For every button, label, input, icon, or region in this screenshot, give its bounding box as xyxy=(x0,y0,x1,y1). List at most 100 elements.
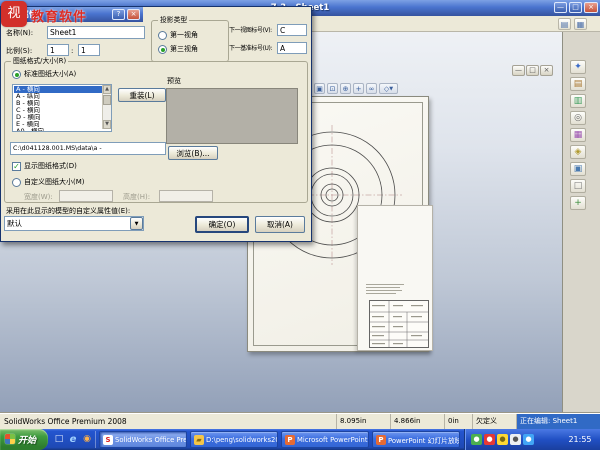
format-preview-box xyxy=(166,88,298,144)
messenger-icon[interactable]: ● xyxy=(484,434,495,445)
taskbar-button-powerpoint[interactable]: P Microsoft PowerPoint... xyxy=(281,431,369,448)
list-item[interactable]: A0 - 横向 xyxy=(14,128,102,131)
custom-properties-icon[interactable]: ▣ xyxy=(570,162,586,176)
zoom-in-out-icon[interactable]: ⊕ xyxy=(340,83,351,94)
ie-glyph: e xyxy=(69,433,77,445)
ok-button[interactable]: 确定(O) xyxy=(195,216,249,233)
dialog-close-button[interactable]: × xyxy=(127,9,140,20)
reload-button[interactable]: 重装(L) xyxy=(118,88,166,102)
list-item[interactable]: A - 纵向 xyxy=(14,93,102,100)
status-editing-sheet: 正在编辑: Sheet1 xyxy=(516,414,600,429)
show-sheet-format-label: 显示图纸格式(D) xyxy=(24,162,77,170)
taskbar-button-folder[interactable]: ▰ D:\peng\solidworks2008 xyxy=(190,431,278,448)
design-library-glyph: ▤ xyxy=(573,79,583,89)
zoom-area-icon[interactable]: ⊡ xyxy=(327,83,338,94)
resources-icon[interactable]: ✦ xyxy=(570,60,586,74)
minimize-icon: — xyxy=(557,3,564,11)
sheet-size-listbox[interactable]: A - 横向 A - 纵向 B - 横向 C - 横向 D - 横向 E - 横… xyxy=(12,84,112,132)
add-glyph: + xyxy=(574,198,582,208)
dialog-help-button[interactable]: ? xyxy=(112,9,125,20)
custom-sheet-size-radio[interactable] xyxy=(12,178,21,187)
toolbar-panels-icon[interactable]: ▦ xyxy=(574,18,587,30)
ie-icon[interactable]: e xyxy=(67,433,79,445)
close-button[interactable]: × xyxy=(584,2,598,13)
third-angle-radio[interactable] xyxy=(158,45,167,54)
list-item[interactable]: D - 横向 xyxy=(14,114,102,121)
list-item[interactable]: E - 横向 xyxy=(14,121,102,128)
list-item[interactable]: A - 横向 xyxy=(14,86,102,93)
taskbar-button-solidworks[interactable]: S SolidWorks Office Premiu... xyxy=(99,431,187,448)
design-library-icon[interactable]: ▤ xyxy=(570,77,586,91)
solidworks-app-icon: S xyxy=(103,434,113,445)
scale-numerator-input[interactable]: 1 xyxy=(47,44,69,56)
start-button[interactable]: 开始 xyxy=(0,429,48,450)
projection-type-group: 投影类型 第一视角 第三视角 xyxy=(151,16,229,62)
combobox-arrow-icon[interactable]: ▼ xyxy=(130,217,143,230)
dialog-close-icon: × xyxy=(130,10,137,18)
list-item[interactable]: C - 横向 xyxy=(14,107,102,114)
preview-label: 预览 xyxy=(167,77,181,85)
doc-minimize-button[interactable]: — xyxy=(512,65,525,76)
show-desktop-icon[interactable]: □ xyxy=(53,433,65,445)
doc-close-button[interactable]: × xyxy=(540,65,553,76)
view-orientation-icon[interactable]: ◇ ▼ xyxy=(379,83,398,94)
custom-properties-glyph: ▣ xyxy=(573,164,583,174)
select-glyph: ▣ xyxy=(316,84,323,93)
scale-label: 比例(S): xyxy=(6,47,33,55)
scroll-down-icon[interactable]: ▼ xyxy=(103,120,111,129)
format-group-label: 图纸格式/大小(R) xyxy=(11,57,69,66)
next-datum-label: 下一基准标号(U): xyxy=(229,45,273,52)
height-input xyxy=(159,190,213,202)
display-style-icon[interactable]: ∞ xyxy=(366,83,377,94)
scroll-up-icon[interactable]: ▲ xyxy=(103,85,111,94)
cancel-button[interactable]: 取消(A) xyxy=(255,216,305,233)
search-icon[interactable]: ◎ xyxy=(570,111,586,125)
resources-glyph: ✦ xyxy=(574,62,582,72)
dropdown-arrow-icon: ▼ xyxy=(389,85,394,92)
file-explorer-icon[interactable]: ▥ xyxy=(570,94,586,108)
taskbar-button-slideshow[interactable]: P PowerPoint 幻灯片放映... xyxy=(372,431,460,448)
pan-icon[interactable]: + xyxy=(353,83,364,94)
view-palette-icon[interactable]: ▦ xyxy=(570,128,586,142)
system-tray: ● ● ● ● ● 21:55 xyxy=(464,429,600,450)
minimize-button[interactable]: — xyxy=(554,2,567,13)
add-icon[interactable]: + xyxy=(570,196,586,210)
maximize-button[interactable]: □ xyxy=(569,2,582,13)
doc-restore-button[interactable]: □ xyxy=(526,65,539,76)
browse-button[interactable]: 浏览(B)... xyxy=(168,146,218,160)
show-sheet-format-checkbox[interactable]: ✓ xyxy=(12,162,21,171)
projection-group-label: 投影类型 xyxy=(158,16,190,25)
status-bar: SolidWorks Office Premium 2008 8.095in 4… xyxy=(0,413,600,429)
listbox-scrollbar[interactable]: ▲ ▼ xyxy=(102,85,111,129)
title-block xyxy=(369,300,429,348)
toolbar-options-icon[interactable]: ▤ xyxy=(558,18,571,30)
alert-icon[interactable]: ● xyxy=(497,434,508,445)
media-player-icon[interactable]: ◉ xyxy=(81,433,93,445)
sheet-name-input[interactable]: Sheet1 xyxy=(47,26,145,39)
scale-denominator-input[interactable]: 1 xyxy=(78,44,100,56)
show-desktop-glyph: □ xyxy=(54,434,64,444)
start-label: 开始 xyxy=(18,436,37,446)
scrollbar-thumb[interactable] xyxy=(103,95,111,105)
task-label: PowerPoint 幻灯片放映... xyxy=(388,436,459,445)
appearances-icon[interactable]: ◈ xyxy=(570,145,586,159)
standard-sheet-size-radio[interactable] xyxy=(12,70,21,79)
list-item[interactable]: B - 横向 xyxy=(14,100,102,107)
antivirus-icon[interactable]: ● xyxy=(471,434,482,445)
media-player-glyph: ◉ xyxy=(83,434,91,444)
network-icon[interactable]: ● xyxy=(523,434,534,445)
task-label: Microsoft PowerPoint... xyxy=(297,435,369,444)
task-label: SolidWorks Office Premiu... xyxy=(115,435,187,444)
third-angle-label: 第三视角 xyxy=(170,45,198,53)
next-datum-input[interactable]: A xyxy=(277,42,307,54)
custom-properties-combobox[interactable]: 默认 xyxy=(4,216,144,231)
folder-icon: ▰ xyxy=(194,434,204,445)
first-angle-radio[interactable] xyxy=(158,31,167,40)
name-label: 名称(N): xyxy=(6,29,34,37)
standard-sheet-size-label: 标准图纸大小(A) xyxy=(24,70,77,78)
format-path-input[interactable]: C:\d041128.001.MS\data\a - xyxy=(10,142,166,155)
document-icon[interactable]: □ xyxy=(570,179,586,193)
select-icon[interactable]: ▣ xyxy=(314,83,325,94)
next-view-input[interactable]: C xyxy=(277,24,307,36)
volume-icon[interactable]: ● xyxy=(510,434,521,445)
